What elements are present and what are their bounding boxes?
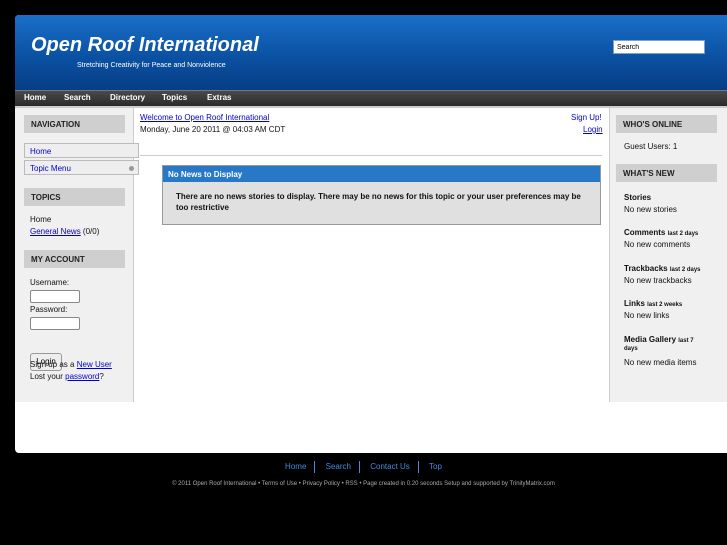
- signup-prefix: Sign up as a: [30, 360, 75, 369]
- stories-title: Stories: [624, 193, 652, 202]
- lost-password-line: Lost your password?: [30, 372, 104, 381]
- topic-general-news-count: (0/0): [82, 227, 100, 236]
- media-title: Media Gallery: [624, 335, 677, 344]
- password-label: Password:: [30, 305, 68, 314]
- navigation-block-title: NAVIGATION: [24, 115, 125, 133]
- nav-search[interactable]: Search: [64, 93, 91, 102]
- menu-item-home-label[interactable]: Home: [30, 147, 51, 156]
- news-box-body: There are no news stories to display. Th…: [176, 192, 581, 212]
- menu-item-topic-menu-label[interactable]: Topic Menu: [30, 164, 71, 173]
- links-title: Links: [624, 299, 645, 308]
- trackbacks-heading: Trackbacks last 2 days: [624, 264, 701, 273]
- whats-new-title: WHAT'S NEW: [616, 164, 717, 182]
- footer-separator: [358, 461, 360, 473]
- footer-link-top[interactable]: Top: [429, 462, 442, 471]
- footer-copyright: © 2011 Open Roof International • Terms o…: [172, 481, 555, 487]
- guest-users: Guest Users: 1: [624, 142, 678, 151]
- menu-item-topic-menu[interactable]: Topic Menu: [24, 160, 139, 175]
- signup-link[interactable]: Sign Up!: [571, 113, 602, 122]
- lost-prefix: Lost your: [30, 372, 63, 381]
- welcome-link[interactable]: Welcome to Open Roof International: [140, 113, 269, 122]
- password-link[interactable]: password: [65, 372, 99, 381]
- footer-link-search[interactable]: Search: [326, 462, 351, 471]
- trackbacks-title: Trackbacks: [624, 264, 668, 273]
- footer-separator: [314, 461, 316, 473]
- footer-separator: [417, 461, 419, 473]
- site-slogan: Stretching Creativity for Peace and Nonv…: [77, 62, 226, 69]
- nav-home[interactable]: Home: [24, 93, 46, 102]
- search-input[interactable]: [613, 40, 705, 54]
- media-period-b: days: [624, 346, 638, 352]
- media-period-a: last 7: [678, 338, 694, 344]
- expand-bullet-icon: [129, 166, 134, 171]
- links-period: last 2 weeks: [647, 302, 683, 308]
- trackbacks-text: No new trackbacks: [624, 276, 692, 285]
- topic-general-news-link[interactable]: General News: [30, 227, 81, 236]
- nav-directory[interactable]: Directory: [110, 93, 145, 102]
- topic-home[interactable]: Home: [30, 215, 51, 224]
- current-date: Monday, June 20 2011 @ 04:03 AM CDT: [140, 125, 286, 134]
- center-divider: [140, 155, 602, 156]
- account-block-title: MY ACCOUNT: [24, 250, 125, 268]
- menu-item-home[interactable]: Home: [24, 143, 139, 158]
- username-input[interactable]: [30, 290, 80, 303]
- footer-link-contact[interactable]: Contact Us: [370, 462, 410, 471]
- page-container: Open Roof International Stretching Creat…: [15, 15, 727, 453]
- news-box-title: No News to Display: [163, 166, 600, 182]
- nav-extras[interactable]: Extras: [207, 93, 231, 102]
- signup-line: Sign up as a New User: [30, 360, 112, 369]
- comments-period: last 2 days: [667, 231, 699, 237]
- comments-heading: Comments last 2 days: [624, 228, 698, 237]
- links-heading: Links last 2 weeks: [624, 299, 682, 308]
- username-label: Username:: [30, 278, 70, 287]
- topic-general-news-row: General News (0/0): [30, 227, 99, 236]
- stories-text: No new stories: [624, 205, 677, 214]
- topics-block-title: TOPICS: [24, 188, 125, 206]
- footer-links: Home Search Contact Us Top: [0, 461, 727, 473]
- trackbacks-period: last 2 days: [669, 267, 701, 273]
- password-input[interactable]: [30, 317, 80, 330]
- comments-text: No new comments: [624, 240, 691, 249]
- news-box: No News to Display There are no news sto…: [162, 165, 601, 225]
- comments-title: Comments: [624, 228, 666, 237]
- media-heading: Media Gallery last 7: [624, 335, 694, 344]
- links-text: No new links: [624, 311, 670, 320]
- whos-online-title: WHO'S ONLINE: [616, 115, 717, 133]
- site-header: Open Roof International Stretching Creat…: [15, 15, 727, 90]
- media-text: No new media items: [624, 358, 697, 367]
- new-user-link[interactable]: New User: [77, 360, 112, 369]
- site-title[interactable]: Open Roof International: [31, 34, 259, 57]
- lost-suffix: ?: [99, 372, 104, 381]
- footer-link-home[interactable]: Home: [285, 462, 306, 471]
- login-link[interactable]: Login: [583, 125, 603, 134]
- nav-topics[interactable]: Topics: [162, 93, 187, 102]
- main-nav: Home Search Directory Topics Extras: [15, 90, 727, 106]
